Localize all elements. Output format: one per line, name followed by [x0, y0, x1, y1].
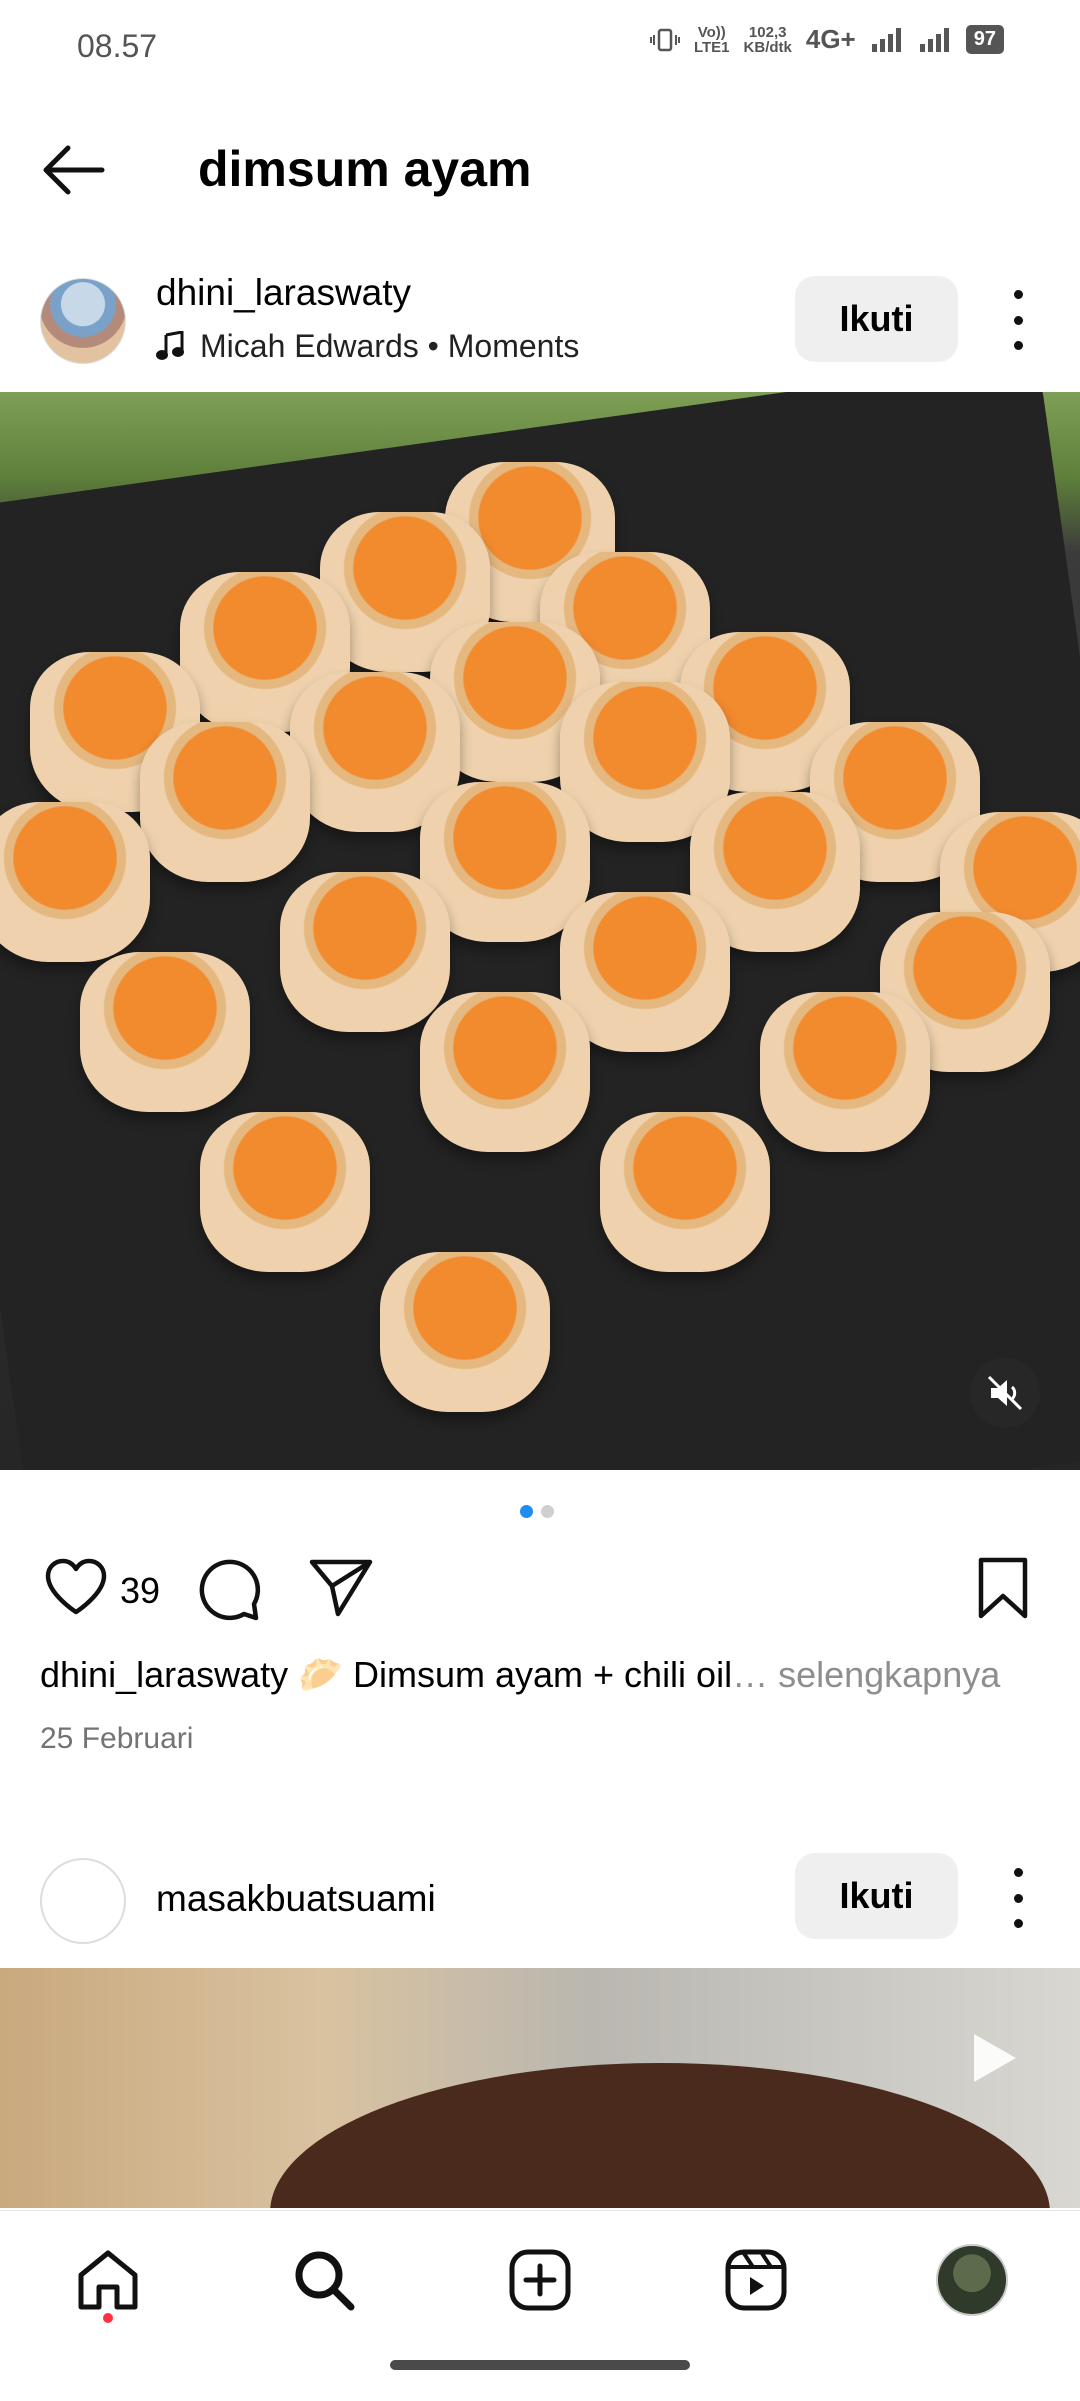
- post-author-username[interactable]: dhini_laraswaty: [156, 272, 411, 314]
- signal-icon: [871, 27, 901, 52]
- signal-icon-2: [919, 27, 949, 52]
- see-more-link[interactable]: … selengkapnya: [732, 1654, 1000, 1695]
- search-icon: [295, 2251, 355, 2311]
- nav-create[interactable]: [500, 2240, 580, 2320]
- paper-plane-icon: [309, 1559, 373, 1617]
- post-image-2[interactable]: [0, 1968, 1080, 2208]
- like-count[interactable]: 39: [120, 1570, 160, 1612]
- volte-indicator: Vo)) LTE1: [693, 23, 730, 56]
- reels-icon: [725, 2249, 787, 2311]
- network-speed: 102,3 KB/dtk: [743, 23, 792, 56]
- home-notification-dot: [103, 2313, 113, 2323]
- play-button[interactable]: [962, 2028, 1022, 2088]
- audio-track-label: Micah Edwards • Moments: [200, 328, 580, 364]
- post-author-username-2[interactable]: masakbuatsuami: [156, 1878, 436, 1920]
- nav-reels[interactable]: [716, 2240, 796, 2320]
- share-button[interactable]: [308, 1556, 376, 1620]
- status-icons: Vo)) LTE1 102,3 KB/dtk 4G+ 97: [649, 23, 1004, 56]
- like-button[interactable]: [44, 1558, 108, 1618]
- carousel-indicator: [520, 1505, 554, 1518]
- mute-button[interactable]: [970, 1358, 1040, 1428]
- caption-username[interactable]: dhini_laraswaty: [40, 1654, 288, 1695]
- caption-text: Dimsum ayam + chili oil: [342, 1654, 733, 1695]
- profile-avatar: [936, 2244, 1008, 2316]
- post-date: 25 Februari: [40, 1722, 194, 1755]
- bowl-graphic: [270, 2063, 1050, 2208]
- music-note-icon: [156, 330, 184, 360]
- heart-icon: [45, 1558, 107, 1615]
- add-icon: [509, 2249, 571, 2311]
- more-options-icon[interactable]: [1008, 290, 1028, 350]
- page-title: dimsum ayam: [198, 141, 532, 197]
- post-audio-info[interactable]: Micah Edwards • Moments: [156, 328, 579, 365]
- post-image[interactable]: [0, 392, 1080, 1470]
- speaker-muted-icon: [987, 1375, 1023, 1411]
- gesture-bar: [390, 2360, 690, 2370]
- comment-button[interactable]: [198, 1558, 266, 1622]
- nav-profile[interactable]: [932, 2240, 1012, 2320]
- status-time: 08.57: [77, 28, 158, 64]
- post-caption[interactable]: dhini_laraswaty 🥟 Dimsum ayam + chili oi…: [40, 1654, 1000, 1696]
- arrow-left-icon: [43, 145, 105, 195]
- follow-button[interactable]: Ikuti: [795, 276, 958, 362]
- save-button[interactable]: [975, 1556, 1031, 1620]
- network-type: 4G+: [805, 24, 856, 54]
- nav-search[interactable]: [284, 2240, 364, 2320]
- vibrate-icon: [649, 28, 680, 51]
- follow-button-2[interactable]: Ikuti: [795, 1853, 958, 1939]
- battery-indicator: 97: [965, 25, 1004, 54]
- home-icon: [78, 2250, 138, 2310]
- dumpling-emoji: 🥟: [298, 1654, 343, 1695]
- carousel-dot: [541, 1505, 554, 1518]
- comment-bubble-icon: [199, 1559, 261, 1621]
- bookmark-icon: [978, 1557, 1028, 1619]
- play-icon: [974, 2034, 1016, 2082]
- nav-home[interactable]: [68, 2240, 148, 2320]
- carousel-dot-active: [520, 1505, 533, 1518]
- back-button[interactable]: [38, 140, 118, 200]
- more-options-icon-2[interactable]: [1008, 1868, 1028, 1928]
- post-author-avatar-2[interactable]: [40, 1858, 126, 1944]
- post-author-avatar[interactable]: [40, 278, 126, 364]
